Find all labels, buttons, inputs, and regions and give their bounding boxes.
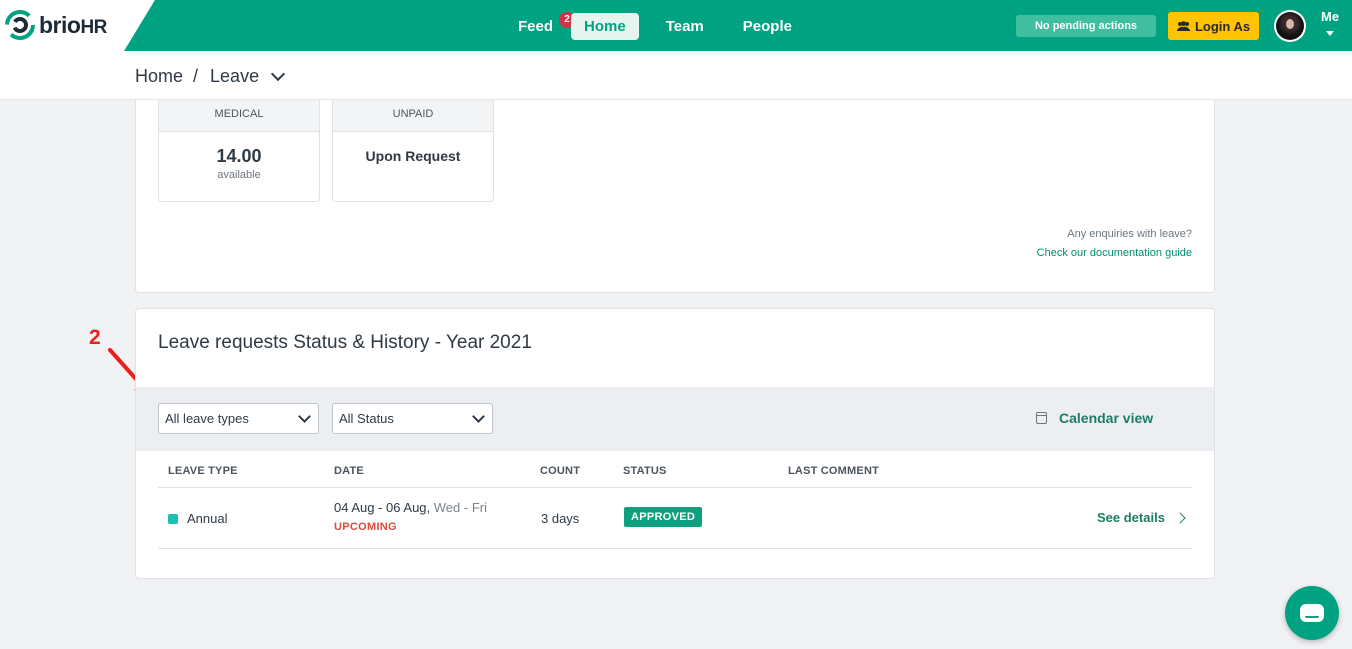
user-menu-caret-icon[interactable]: [1326, 31, 1334, 36]
chevron-down-icon[interactable]: [271, 66, 286, 82]
table-divider: [158, 548, 1192, 549]
upcoming-tag: UPCOMING: [334, 521, 397, 533]
status-filter[interactable]: All Status: [332, 403, 493, 434]
balance-value: Upon Request: [365, 148, 461, 164]
column-header-status: STATUS: [623, 465, 667, 477]
leave-type-color-dot: [168, 513, 178, 524]
balance-type-label: MEDICAL: [159, 100, 319, 132]
chevron-down-icon: [298, 410, 311, 423]
logo-area: brioHR: [0, 0, 155, 51]
balance-type-label: UNPAID: [333, 100, 493, 132]
row-leave-type: Annual: [168, 511, 227, 526]
table-divider: [158, 487, 1192, 488]
status-badge: APPROVED: [624, 507, 703, 527]
leave-balances-card: MEDICAL 14.00 available UNPAID Upon Requ…: [135, 100, 1215, 293]
logo-text: brioHR: [39, 11, 107, 38]
user-avatar[interactable]: [1274, 10, 1306, 42]
requests-title: Leave requests Status & History - Year 2…: [158, 332, 532, 353]
column-header-leave-type: LEAVE TYPE: [168, 465, 238, 477]
row-date: 04 Aug - 06 Aug, Wed - Fri: [334, 500, 487, 515]
row-count: 3 days: [541, 511, 580, 526]
chevron-down-icon: [472, 410, 485, 423]
brio-logo-icon: [5, 10, 35, 40]
filter-bar: All leave types All Status Calendar view: [136, 387, 1214, 451]
annotation-number: 2: [89, 326, 101, 349]
leave-requests-card: Leave requests Status & History - Year 2…: [135, 308, 1215, 579]
enquiry-text: Any enquiries with leave?: [1067, 228, 1192, 240]
column-header-date: DATE: [334, 465, 364, 477]
chevron-right-icon: [1174, 511, 1186, 524]
main-nav: Feed 2 Home Team People: [505, 12, 805, 40]
login-as-button[interactable]: Login As: [1168, 12, 1259, 40]
breadcrumb-bar: Home / Leave: [0, 51, 1352, 100]
nav-feed[interactable]: Feed 2: [505, 12, 576, 40]
nav-people[interactable]: People: [730, 13, 805, 40]
breadcrumb-separator: /: [193, 66, 199, 86]
see-details-link[interactable]: See details: [1097, 510, 1186, 525]
breadcrumb: Home / Leave: [135, 66, 286, 87]
chat-launcher-button[interactable]: [1285, 586, 1339, 640]
chat-icon: [1300, 604, 1324, 622]
balance-tile-medical: MEDICAL 14.00 available: [158, 100, 320, 202]
users-icon: [1176, 20, 1190, 31]
breadcrumb-home[interactable]: Home: [135, 66, 183, 87]
top-navbar: brioHR Feed 2 Home Team People No pendin…: [0, 0, 1352, 51]
balance-value: 14.00: [216, 146, 262, 166]
column-header-last-comment: LAST COMMENT: [788, 465, 880, 477]
user-menu-label[interactable]: Me: [1321, 9, 1339, 24]
column-header-count: COUNT: [540, 465, 581, 477]
balance-unit: available: [217, 169, 261, 181]
nav-home[interactable]: Home: [571, 13, 639, 40]
leave-type-filter[interactable]: All leave types: [158, 403, 319, 434]
balance-tile-unpaid: UNPAID Upon Request: [332, 100, 494, 202]
calendar-icon: [1036, 412, 1047, 424]
brio-logo[interactable]: brioHR: [5, 10, 107, 40]
nav-team[interactable]: Team: [653, 13, 717, 40]
pending-actions-button[interactable]: No pending actions: [1016, 15, 1156, 37]
calendar-view-button[interactable]: Calendar view: [1036, 410, 1153, 426]
documentation-link[interactable]: Check our documentation guide: [1037, 247, 1192, 259]
breadcrumb-current[interactable]: Leave: [210, 66, 259, 87]
